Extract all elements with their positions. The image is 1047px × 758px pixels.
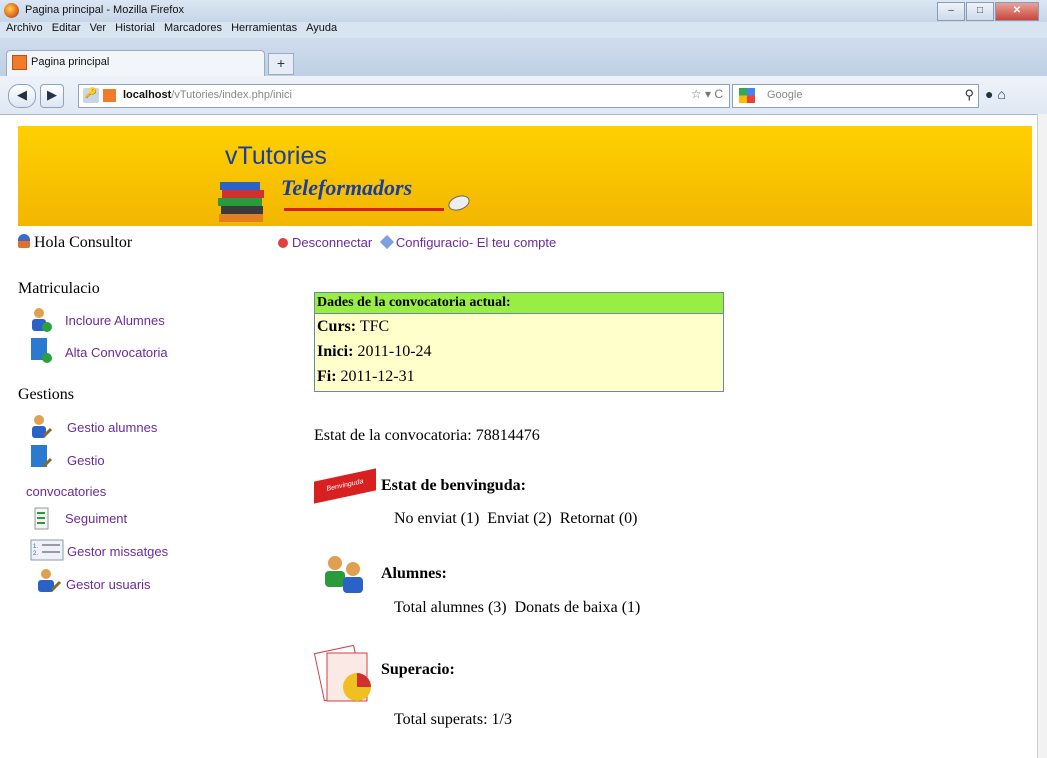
menu-herramientas[interactable]: Herramientas (231, 22, 297, 34)
user-icon (18, 234, 30, 248)
site-logo-title: vTutories (225, 142, 327, 170)
add-convocatoria-icon (31, 338, 52, 363)
benvinguda-title: Estat de benvinguda: (381, 477, 526, 494)
estat-convocatoria: Estat de la convocatoria: 78814476 (314, 427, 540, 444)
top-links: Desconnectar Configuracio- El teu compte (278, 234, 556, 250)
sidebar-item-alta-convocatoria[interactable]: Alta Convocatoria (65, 345, 168, 360)
sidebar-item-gestio[interactable]: Gestio (67, 453, 105, 468)
google-icon[interactable] (739, 88, 755, 103)
menu-historial[interactable]: Historial (115, 22, 155, 34)
menu-ayuda[interactable]: Ayuda (306, 22, 337, 34)
disconnect-icon (278, 238, 288, 248)
inici-value: 2011-10-24 (357, 343, 432, 360)
superacio-title: Superacio: (381, 661, 455, 678)
maximize-icon[interactable]: □ (966, 2, 994, 21)
add-student-icon (32, 308, 52, 332)
fi-label: Fi: (317, 368, 337, 385)
tab-bar: Pagina principal + (0, 38, 1047, 76)
chart-report-icon (313, 645, 371, 702)
url-bar[interactable]: 🔑 localhost/vTutories/index.php/inici ☆ … (78, 84, 730, 108)
tracking-icon (34, 507, 49, 530)
forward-button[interactable]: ▶ (40, 84, 64, 108)
alumnes-title: Alumnes: (381, 565, 447, 582)
tab-label: Pagina principal (31, 56, 110, 68)
alumnes-detail: Total alumnes (3) Donats de baixa (1) (394, 599, 641, 616)
inici-label: Inici: (317, 343, 354, 360)
search-icon[interactable]: ⚲ (964, 87, 974, 103)
menu-archivo[interactable]: Archivo (6, 22, 43, 34)
firefox-icon (4, 3, 19, 18)
curs-value: TFC (359, 318, 390, 335)
close-icon[interactable]: ✕ (995, 2, 1039, 21)
tab-pagina-principal[interactable]: Pagina principal (6, 50, 265, 76)
menu-marcadores[interactable]: Marcadores (164, 22, 222, 34)
bookmark-star-icon[interactable]: ☆ ▾ C (691, 87, 723, 101)
menu-ver[interactable]: Ver (90, 22, 107, 34)
vertical-scrollbar[interactable] (1037, 114, 1047, 758)
section-gestions: Gestions (18, 386, 74, 403)
search-placeholder: Google (767, 89, 803, 101)
page-favicon-icon (12, 55, 27, 70)
url-host: localhost (123, 89, 172, 101)
svg-text:2.: 2. (33, 551, 38, 557)
navigation-toolbar: ◀ ▶ 🔑 localhost/vTutories/index.php/inic… (0, 76, 1047, 115)
manage-convocatories-icon (31, 445, 52, 468)
config-link[interactable]: Configuracio- El teu compte (396, 235, 556, 250)
site-banner: vTutories Teleformadors (18, 126, 1032, 226)
site-favicon-icon (103, 89, 116, 102)
site-identity-icon[interactable]: 🔑 (83, 88, 99, 103)
benvinguda-detail: No enviat (1) Enviat (2) Retornat (0) (394, 510, 638, 527)
menu-bar: Archivo Editar Ver Historial Marcadores … (0, 22, 1047, 38)
window-titlebar: Pagina principal - Mozilla Firefox – □ ✕ (0, 0, 1047, 22)
manage-students-icon (32, 415, 52, 438)
search-box[interactable]: Google ⚲ (732, 84, 979, 108)
info-box-header: Dades de la convocatoria actual: (315, 293, 723, 314)
window-controls: – □ ✕ (937, 2, 1039, 21)
curs-row: Curs: TFC (315, 314, 723, 339)
back-button[interactable]: ◀ (8, 84, 36, 108)
mouse-icon (446, 192, 472, 214)
config-icon (379, 234, 394, 250)
curs-label: Curs: (317, 318, 357, 335)
greeting-text: Hola Consultor (34, 234, 133, 251)
fi-value: 2011-12-31 (340, 368, 415, 385)
svg-text:1.: 1. (33, 544, 38, 550)
sidebar-item-gestio-alumnes[interactable]: Gestio alumnes (67, 420, 157, 435)
disconnect-link[interactable]: Desconnectar (292, 235, 372, 250)
new-tab-button[interactable]: + (268, 53, 294, 75)
sidebar-item-seguiment[interactable]: Seguiment (65, 511, 127, 526)
greeting: Hola Consultor (18, 234, 132, 252)
benvinguda-badge-icon: Benvinguda (314, 468, 376, 504)
sidebar-item-convocatories[interactable]: convocatories (26, 484, 106, 499)
convocatoria-info-box: Dades de la convocatoria actual: Curs: T… (314, 292, 724, 392)
sidebar-item-gestor-usuaris[interactable]: Gestor usuaris (66, 577, 151, 592)
menu-editar[interactable]: Editar (52, 22, 81, 34)
books-icon (218, 182, 264, 222)
users-manager-icon (38, 569, 62, 592)
sidebar-item-gestor-missatges[interactable]: Gestor missatges (67, 544, 168, 559)
fi-row: Fi: 2011-12-31 (315, 364, 723, 389)
superacio-detail: Total superats: 1/3 (394, 711, 512, 728)
sidebar-item-incloure-alumnes[interactable]: Incloure Alumnes (65, 313, 165, 328)
students-group-icon (325, 556, 363, 593)
window-title: Pagina principal - Mozilla Firefox (25, 4, 184, 16)
messages-icon: 1.2. (30, 539, 64, 561)
url-text: localhost/vTutories/index.php/inici (123, 89, 292, 101)
home-icon[interactable]: ● ⌂ (985, 86, 1006, 102)
section-matriculacio: Matriculacio (18, 280, 100, 297)
minimize-icon[interactable]: – (937, 2, 965, 21)
url-path: /vTutories/index.php/inici (171, 89, 292, 101)
site-logo-subtitle: Teleformadors (281, 175, 413, 200)
inici-row: Inici: 2011-10-24 (315, 339, 723, 364)
logo-underline (284, 208, 444, 211)
